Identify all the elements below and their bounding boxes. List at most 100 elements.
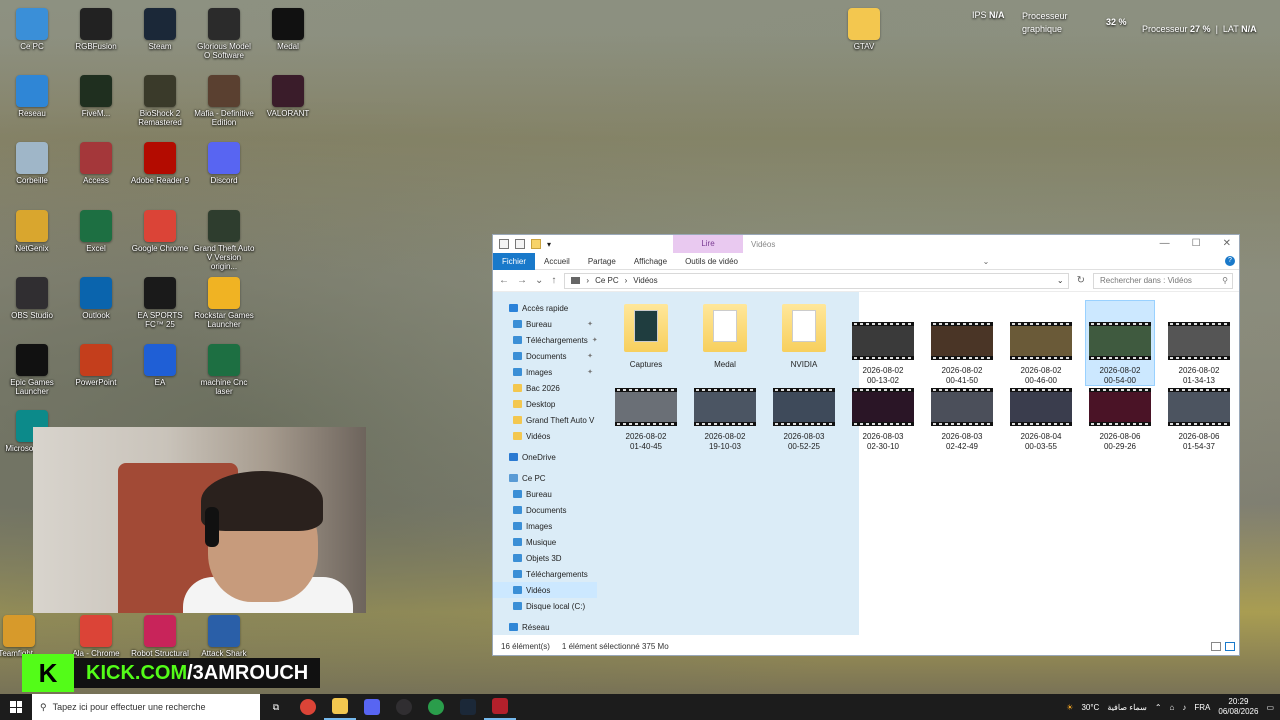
search-input[interactable]: Rechercher dans : Vidéos ⚲ (1093, 272, 1233, 289)
desktop-icon-epic-games[interactable]: Epic Games Launcher (1, 344, 63, 396)
desktop-icon-mafia[interactable]: Mafia - Definitive Edition (193, 75, 255, 127)
taskbar-video-app[interactable] (484, 694, 516, 720)
network-icon[interactable]: ⌂ (1170, 703, 1175, 712)
language-indicator[interactable]: FRA (1194, 703, 1210, 712)
desktop-icon-mouse[interactable]: Glorious Model O Software (193, 8, 255, 60)
file-explorer-window[interactable]: ▾ Lire Vidéos — ☐ ✕ Fichier Accueil Part… (492, 234, 1240, 656)
nav-pc-item[interactable]: Images (493, 518, 597, 534)
desktop-icon-teamfight[interactable]: Teamfight... (0, 615, 50, 658)
maximize-icon[interactable]: ☐ (1192, 238, 1201, 249)
desktop-icon-recycle-bin[interactable]: Corbeille (1, 142, 63, 185)
refresh-icon[interactable]: ↻ (1077, 275, 1085, 286)
nav-pc-item[interactable]: Vidéos (493, 582, 597, 598)
nav-quick-item[interactable]: Vidéos (493, 428, 597, 444)
desktop-icon-gta[interactable]: Grand Theft Auto V Version origin... (193, 210, 255, 271)
desktop-icon-steam[interactable]: Steam (129, 8, 191, 51)
nav-pc-item[interactable]: Musique (493, 534, 597, 550)
nav-pc-item[interactable]: Documents (493, 502, 597, 518)
video-tile[interactable]: 2026-08-06 01-54-37 (1164, 388, 1234, 452)
desktop-icon-chrome-profile[interactable]: Ala - Chrome (65, 615, 127, 658)
video-tile[interactable]: 2026-08-02 00-13-02 (848, 322, 918, 386)
chevron-down-icon[interactable]: ▾ (547, 240, 551, 249)
chevron-up-icon[interactable]: ⌃ (1155, 703, 1162, 712)
tab-outils-video[interactable]: Outils de vidéo (676, 253, 747, 270)
video-tile[interactable]: 2026-08-03 02-30-10 (848, 388, 918, 452)
desktop-icon-easportsfc[interactable]: EA SPORTS FC™ 25 (129, 277, 191, 329)
tab-accueil[interactable]: Accueil (535, 253, 579, 270)
desktop-icon-valorant[interactable]: VALORANT (257, 75, 319, 118)
up-icon[interactable]: ↑ (551, 275, 556, 286)
nav-this-pc[interactable]: Ce PC (493, 470, 597, 486)
desktop-icon-excel-file[interactable]: machine Cnc laser (193, 344, 255, 396)
desktop-icon-medal[interactable]: Medal (257, 8, 319, 51)
tab-fichier[interactable]: Fichier (493, 252, 536, 270)
back-icon[interactable]: ← (499, 275, 509, 286)
expand-ribbon-icon[interactable]: ⌄ (983, 257, 990, 266)
nav-onedrive[interactable]: OneDrive (493, 449, 597, 465)
nav-quick-item[interactable]: Téléchargements ✦ (493, 332, 597, 348)
dropdown-icon[interactable]: ⌄ (1057, 276, 1064, 285)
help-icon[interactable]: ? (1225, 256, 1235, 266)
minimize-icon[interactable]: — (1160, 238, 1170, 249)
folder-tile[interactable]: Captures (611, 300, 681, 370)
taskbar-chrome-2[interactable] (420, 694, 452, 720)
new-folder-icon[interactable] (531, 239, 541, 249)
nav-pc-item[interactable]: Objets 3D (493, 550, 597, 566)
video-tile[interactable]: 2026-08-04 00-03-55 (1006, 388, 1076, 452)
task-view-button[interactable]: ⧉ (260, 694, 292, 720)
video-tile[interactable]: 2026-08-03 02-42-49 (927, 388, 997, 452)
title-bar[interactable]: ▾ Lire Vidéos — ☐ ✕ (493, 235, 1239, 253)
clock[interactable]: 20:29 06/08/2026 (1218, 697, 1258, 717)
tab-lire[interactable]: Lire (673, 235, 743, 253)
taskbar-obs[interactable] (388, 694, 420, 720)
nav-quick-access[interactable]: Accès rapide (493, 300, 597, 316)
desktop-icon-robot-structural[interactable]: Robot Structural (129, 615, 191, 658)
close-icon[interactable]: ✕ (1223, 238, 1231, 249)
desktop-icon-attack-shark[interactable]: Attack Shark (193, 615, 255, 658)
desktop-icon-fivem[interactable]: FiveM... (65, 75, 127, 118)
properties-icon[interactable] (499, 239, 509, 249)
nav-pc-item[interactable]: Téléchargements (493, 566, 597, 582)
tiles-view-icon[interactable] (1225, 641, 1235, 651)
weather-text[interactable]: سماء صافية (1107, 703, 1147, 712)
taskbar-search[interactable]: ⚲ Tapez ici pour effectuer une recherche (32, 694, 260, 720)
volume-icon[interactable]: ♪ (1182, 703, 1186, 712)
forward-icon[interactable]: → (517, 275, 527, 286)
breadcrumb-videos[interactable]: Vidéos (633, 276, 657, 285)
desktop-icon-rockstar[interactable]: Rockstar Games Launcher (193, 277, 255, 329)
navigation-pane[interactable]: Accès rapide Bureau ✦ Téléchargements ✦ Docum… (493, 292, 597, 635)
desktop-icon-discord[interactable]: Discord (193, 142, 255, 185)
video-tile[interactable]: 2026-08-02 00-54-00 (1085, 300, 1155, 386)
video-tile[interactable]: 2026-08-02 01-34-13 (1164, 322, 1234, 386)
desktop-icon-obs[interactable]: OBS Studio (1, 277, 63, 320)
recent-icon[interactable]: ⌄ (535, 275, 543, 286)
taskbar-chrome[interactable] (292, 694, 324, 720)
desktop-icon-adobe-reader[interactable]: Adobe Reader 9 (129, 142, 191, 185)
desktop-icon-ea[interactable]: EA (129, 344, 191, 387)
taskbar-discord[interactable] (356, 694, 388, 720)
file-view[interactable]: Captures Medal NVIDIA 2026-08-02 00-13-02 202… (597, 292, 1239, 635)
folder-tile[interactable]: Medal (690, 300, 760, 370)
nav-pc-item[interactable]: Bureau (493, 486, 597, 502)
desktop-icon-chrome[interactable]: Google Chrome (129, 210, 191, 253)
desktop-icon-rgb-fusion[interactable]: RGBFusion (65, 8, 127, 51)
video-tile[interactable]: 2026-08-03 00-52-25 (769, 388, 839, 452)
taskbar-steam[interactable] (452, 694, 484, 720)
weather-temp[interactable]: 30°C (1081, 703, 1099, 712)
desktop-icon-bioshock[interactable]: BioShock 2 Remastered (129, 75, 191, 127)
notifications-icon[interactable]: ▭ (1266, 703, 1274, 712)
start-button[interactable] (0, 694, 32, 720)
video-tile[interactable]: 2026-08-02 00-41-50 (927, 322, 997, 386)
folder-tile[interactable]: NVIDIA (769, 300, 839, 370)
address-bar[interactable]: › Ce PC › Vidéos ⌄ (564, 272, 1069, 289)
breadcrumb-ce-pc[interactable]: Ce PC (595, 276, 619, 285)
tab-affichage[interactable]: Affichage (625, 253, 676, 270)
details-view-icon[interactable] (1211, 641, 1221, 651)
nav-pc-item[interactable]: Disque local (C:) (493, 598, 597, 614)
check-icon[interactable] (515, 239, 525, 249)
desktop-icon-netgenix[interactable]: NetGenix (1, 210, 63, 253)
desktop-icon-outlook[interactable]: Outlook (65, 277, 127, 320)
nav-quick-item[interactable]: Grand Theft Auto V (493, 412, 597, 428)
desktop-icon-powerpoint[interactable]: PowerPoint (65, 344, 127, 387)
desktop-icon-access[interactable]: Access (65, 142, 127, 185)
